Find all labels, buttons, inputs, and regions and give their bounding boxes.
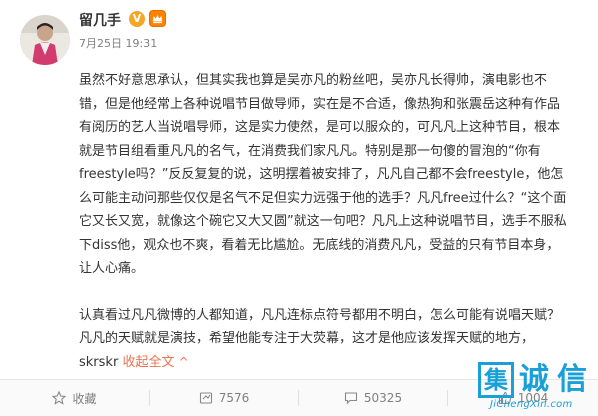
weibo-post-card: 留几手 V 7月25日 19:31 虽然不好意思承认，但其实我也算是吴亦凡的粉丝… — [0, 0, 598, 416]
watermark-char: 信 — [557, 362, 587, 397]
watermark-url: JiChengXin.com — [490, 399, 573, 410]
repost-button[interactable]: 7576 — [150, 380, 298, 416]
verified-badge-icon: V — [129, 11, 145, 27]
comment-icon — [344, 391, 358, 405]
comment-count: 50325 — [363, 391, 403, 405]
author-name[interactable]: 留几手 — [79, 10, 121, 30]
chevron-up-icon[interactable]: ^ — [179, 355, 189, 369]
watermark-char: 集 — [478, 362, 514, 398]
favorite-button[interactable]: 收藏 — [0, 380, 149, 416]
repost-icon — [199, 391, 213, 405]
post-timestamp[interactable]: 7月25日 19:31 — [79, 35, 157, 51]
comment-button[interactable]: 50325 — [299, 380, 447, 416]
repost-count: 7576 — [218, 391, 250, 405]
site-watermark: 集 诚 信 JiChengXin.com — [478, 362, 596, 414]
post-content: 虽然不好意思承认，但其实我也算是吴亦凡的粉丝吧，吴亦凡长得帅，演电影也不错，但是… — [79, 69, 569, 374]
collapse-text-link[interactable]: 收起全文 — [122, 355, 174, 370]
favorite-label: 收藏 — [72, 391, 97, 406]
star-icon — [52, 391, 67, 405]
watermark-char: 诚 — [519, 362, 549, 397]
member-crown-icon[interactable] — [149, 10, 166, 27]
avatar[interactable] — [20, 15, 70, 65]
watermark-logo: 集 诚 信 — [478, 362, 590, 398]
avatar-image — [20, 15, 70, 65]
post-paragraph: 虽然不好意思承认，但其实我也算是吴亦凡的粉丝吧，吴亦凡长得帅，演电影也不错，但是… — [79, 73, 567, 276]
